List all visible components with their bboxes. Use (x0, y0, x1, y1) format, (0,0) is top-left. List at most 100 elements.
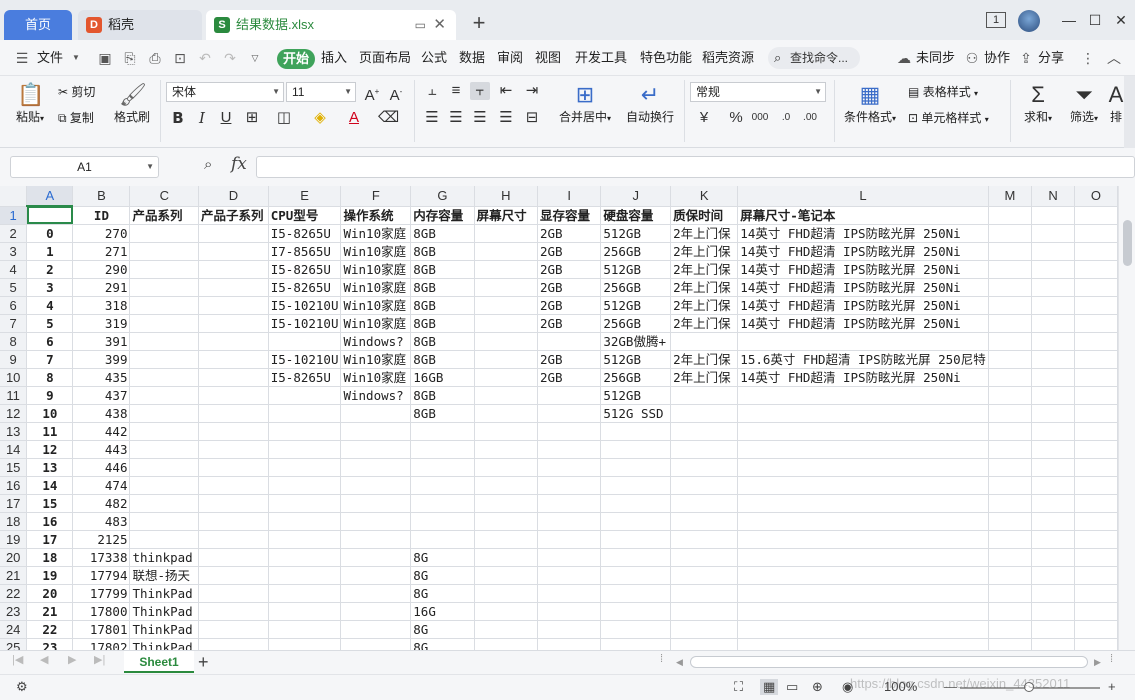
row-header[interactable]: 11 (0, 386, 28, 405)
cell-l20[interactable] (737, 548, 989, 567)
cell-d2[interactable] (198, 224, 269, 243)
cell-m20[interactable] (988, 548, 1033, 567)
cell-m5[interactable] (988, 278, 1033, 297)
cell-a14[interactable]: 12 (26, 440, 74, 459)
cell-j12[interactable]: 512G SSD (600, 404, 672, 423)
cell-o24[interactable] (1074, 620, 1118, 639)
row-header[interactable]: 18 (0, 512, 28, 531)
row-header[interactable]: 22 (0, 584, 28, 603)
cell-g12[interactable]: 8GB (410, 404, 475, 423)
cell-n14[interactable] (1031, 440, 1075, 459)
cell-g10[interactable]: 16GB (410, 368, 475, 387)
cell-e12[interactable] (268, 404, 342, 423)
cell-m24[interactable] (988, 620, 1033, 639)
column-header-b[interactable]: B (72, 186, 131, 207)
cell-d12[interactable] (198, 404, 269, 423)
cell-e11[interactable] (268, 386, 342, 405)
cell-a24[interactable]: 22 (26, 620, 74, 639)
cell-j17[interactable] (600, 494, 672, 513)
cell-k23[interactable] (670, 602, 739, 621)
cell-j25[interactable] (600, 638, 672, 650)
cell-j10[interactable]: 256GB (600, 368, 672, 387)
row-header[interactable]: 15 (0, 458, 28, 477)
cell-e1[interactable]: CPU型号 (268, 206, 342, 225)
cell-o22[interactable] (1074, 584, 1118, 603)
sheet-tab-sheet1[interactable]: Sheet1 (124, 651, 194, 673)
cell-h21[interactable] (474, 566, 538, 585)
cell-e21[interactable] (268, 566, 342, 585)
cell-n3[interactable] (1031, 242, 1075, 261)
cell-o1[interactable] (1074, 206, 1118, 225)
cell-i25[interactable] (537, 638, 602, 650)
cell-f4[interactable]: Win10家庭 (340, 260, 412, 279)
add-sheet-button[interactable]: + (198, 651, 209, 673)
cell-b5[interactable]: 291 (72, 278, 131, 297)
cell-a11[interactable]: 9 (26, 386, 74, 405)
cell-o3[interactable] (1074, 242, 1118, 261)
cell-n20[interactable] (1031, 548, 1075, 567)
cell-d16[interactable] (198, 476, 269, 495)
row-header[interactable]: 14 (0, 440, 28, 459)
cell-l6[interactable]: 14英寸 FHD超清 IPS防眩光屏 250Ni (737, 296, 989, 315)
align-right-icon[interactable]: ☰ (470, 109, 490, 127)
cell-i2[interactable]: 2GB (537, 224, 602, 243)
cell-m19[interactable] (988, 530, 1033, 549)
cell-c23[interactable]: ThinkPad (129, 602, 200, 621)
cell-b17[interactable]: 482 (72, 494, 131, 513)
cell-k14[interactable] (670, 440, 739, 459)
conditional-format-button[interactable]: ▦ 条件格式▾ (840, 82, 900, 125)
justify-icon[interactable]: ☰ (496, 109, 516, 127)
cell-a18[interactable]: 16 (26, 512, 74, 531)
cell-c21[interactable]: 联想-扬天 (129, 566, 200, 585)
cell-m13[interactable] (988, 422, 1033, 441)
row-header[interactable]: 5 (0, 278, 28, 297)
cell-j5[interactable]: 256GB (600, 278, 672, 297)
cell-b21[interactable]: 17794 (72, 566, 131, 585)
cell-g3[interactable]: 8GB (410, 242, 475, 261)
cell-n22[interactable] (1031, 584, 1075, 603)
column-header-j[interactable]: J (600, 186, 672, 207)
cell-c22[interactable]: ThinkPad (129, 584, 200, 603)
cell-h20[interactable] (474, 548, 538, 567)
horizontal-scrollbar[interactable] (690, 656, 1088, 668)
cell-c14[interactable] (129, 440, 200, 459)
cell-f17[interactable] (340, 494, 412, 513)
cell-l23[interactable] (737, 602, 989, 621)
cell-l13[interactable] (737, 422, 989, 441)
cell-n12[interactable] (1031, 404, 1075, 423)
cell-g23[interactable]: 16G (410, 602, 475, 621)
last-sheet-icon[interactable]: ▶| (94, 653, 105, 666)
menu-special[interactable]: 特色功能 (640, 40, 692, 76)
cell-o23[interactable] (1074, 602, 1118, 621)
cell-d10[interactable] (198, 368, 269, 387)
row-header[interactable]: 13 (0, 422, 28, 441)
cell-f14[interactable] (340, 440, 412, 459)
cell-g21[interactable]: 8G (410, 566, 475, 585)
cell-f18[interactable] (340, 512, 412, 531)
cell-c11[interactable] (129, 386, 200, 405)
cell-n21[interactable] (1031, 566, 1075, 585)
close-window-button[interactable]: ✕ (1110, 10, 1132, 30)
row-header[interactable]: 19 (0, 530, 28, 549)
cell-f7[interactable]: Win10家庭 (340, 314, 412, 333)
tab-home[interactable]: 首页 (4, 10, 72, 40)
cell-b9[interactable]: 399 (72, 350, 131, 369)
menu-developer[interactable]: 开发工具 (575, 40, 627, 76)
cell-i10[interactable]: 2GB (537, 368, 602, 387)
cell-c10[interactable] (129, 368, 200, 387)
cell-o2[interactable] (1074, 224, 1118, 243)
cell-j14[interactable] (600, 440, 672, 459)
cell-i20[interactable] (537, 548, 602, 567)
cell-c18[interactable] (129, 512, 200, 531)
cell-c13[interactable] (129, 422, 200, 441)
cell-h7[interactable] (474, 314, 538, 333)
cell-d13[interactable] (198, 422, 269, 441)
cell-f10[interactable]: Win10家庭 (340, 368, 412, 387)
cell-j3[interactable]: 256GB (600, 242, 672, 261)
cell-b2[interactable]: 270 (72, 224, 131, 243)
macro-icon[interactable]: ⚙ (16, 679, 28, 695)
more-icon[interactable]: ⋮ (1080, 50, 1096, 66)
zoom-in-icon[interactable]: + (1108, 679, 1116, 694)
unsync-label[interactable]: 未同步 (916, 40, 955, 76)
cell-g16[interactable] (410, 476, 475, 495)
